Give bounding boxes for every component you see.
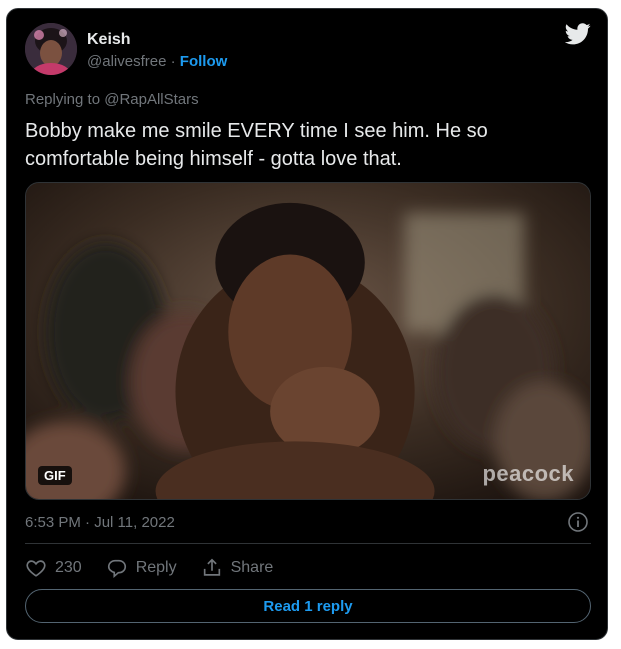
replying-mention[interactable]: @RapAllStars <box>104 91 198 108</box>
like-count: 230 <box>55 559 82 576</box>
read-reply-button[interactable]: Read 1 reply <box>25 589 591 623</box>
author-handle[interactable]: @alivesfree <box>87 53 166 70</box>
reply-button[interactable]: Reply <box>106 557 177 579</box>
share-icon <box>203 558 220 576</box>
tweet-card: Keish @alivesfree · Follow Replying to @… <box>6 8 608 640</box>
share-label: Share <box>230 559 274 576</box>
reply-label: Reply <box>135 559 177 576</box>
replying-to: Replying to @RapAllStars <box>25 91 199 108</box>
author-handle-row: @alivesfree · Follow <box>87 53 227 70</box>
gif-media[interactable]: GIF peacock <box>25 182 591 500</box>
gif-badge: GIF <box>38 466 72 485</box>
tweet-text: Bobby make me smile EVERY time I see him… <box>25 120 488 170</box>
reply-bubble-icon <box>107 559 126 579</box>
like-button[interactable]: 230 <box>25 557 82 579</box>
action-bar: 230 Reply Share <box>25 555 273 581</box>
peacock-watermark: peacock <box>482 461 574 486</box>
gif-frame-image <box>26 183 590 499</box>
author-name[interactable]: Keish <box>87 31 131 49</box>
tweet-timestamp[interactable]: 6:53 PM · Jul 11, 2022 <box>25 514 175 531</box>
follow-button[interactable]: Follow <box>180 53 228 70</box>
avatar[interactable] <box>25 23 77 75</box>
share-button[interactable]: Share <box>201 557 274 579</box>
replying-prefix: Replying to <box>25 91 101 108</box>
twitter-bird-icon[interactable] <box>564 23 591 45</box>
handle-separator: · <box>170 53 176 70</box>
info-icon[interactable] <box>567 511 589 533</box>
heart-icon <box>26 560 46 577</box>
divider <box>25 543 591 544</box>
